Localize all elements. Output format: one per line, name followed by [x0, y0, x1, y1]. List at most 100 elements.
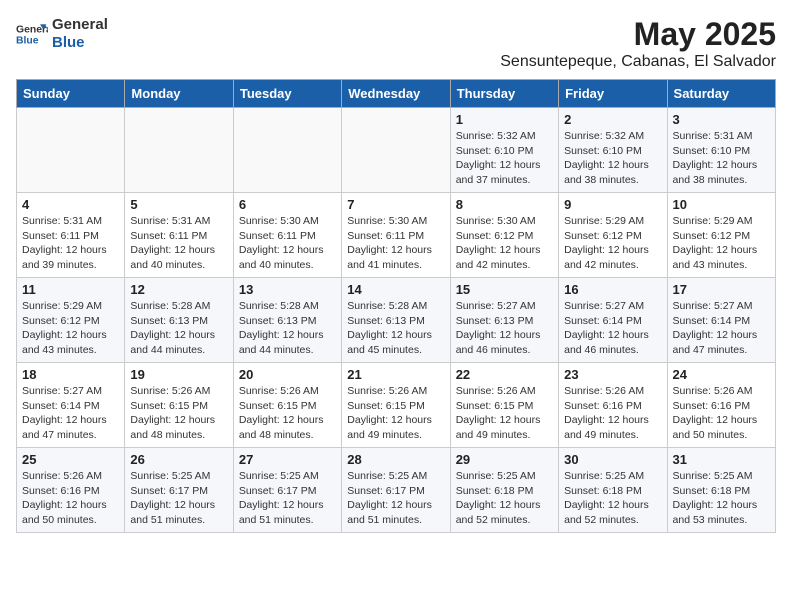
- calendar-cell: 31 Sunrise: 5:25 AMSunset: 6:18 PMDayligh…: [667, 448, 775, 533]
- day-info: Sunrise: 5:25 AMSunset: 6:18 PMDaylight:…: [673, 469, 770, 528]
- day-number: 26: [130, 452, 227, 467]
- day-number: 20: [239, 367, 336, 382]
- calendar-cell: 6 Sunrise: 5:30 AMSunset: 6:11 PMDaylight…: [233, 193, 341, 278]
- calendar-cell: 16Sunrise: 5:27 AMSunset: 6:14 PMDayligh…: [559, 278, 667, 363]
- calendar-cell: [233, 108, 341, 193]
- day-number: 22: [456, 367, 553, 382]
- day-info: Sunrise: 5:27 AMSunset: 6:13 PMDaylight:…: [456, 299, 553, 358]
- calendar-cell: 2 Sunrise: 5:32 AMSunset: 6:10 PMDaylight…: [559, 108, 667, 193]
- day-number: 30: [564, 452, 661, 467]
- logo-general-text: General: [52, 16, 108, 34]
- calendar-week-5: 25 Sunrise: 5:26 AMSunset: 6:16 PMDayligh…: [17, 448, 776, 533]
- day-header-saturday: Saturday: [667, 80, 775, 108]
- calendar-cell: 26Sunrise: 5:25 AMSunset: 6:17 PMDayligh…: [125, 448, 233, 533]
- calendar-cell: 22 Sunrise: 5:26 AMSunset: 6:15 PMDayligh…: [450, 363, 558, 448]
- day-info: Sunrise: 5:29 AMSunset: 6:12 PMDaylight:…: [564, 214, 661, 273]
- calendar-table: SundayMondayTuesdayWednesdayThursdayFrid…: [16, 79, 776, 533]
- day-header-monday: Monday: [125, 80, 233, 108]
- calendar-cell: 10Sunrise: 5:29 AMSunset: 6:12 PMDayligh…: [667, 193, 775, 278]
- calendar-cell: 14 Sunrise: 5:28 AMSunset: 6:13 PMDayligh…: [342, 278, 450, 363]
- day-info: Sunrise: 5:26 AMSunset: 6:15 PMDaylight:…: [456, 384, 553, 443]
- day-header-friday: Friday: [559, 80, 667, 108]
- calendar-cell: 9 Sunrise: 5:29 AMSunset: 6:12 PMDaylight…: [559, 193, 667, 278]
- calendar-cell: 3Sunrise: 5:31 AMSunset: 6:10 PMDaylight…: [667, 108, 775, 193]
- calendar-week-4: 18 Sunrise: 5:27 AMSunset: 6:14 PMDayligh…: [17, 363, 776, 448]
- title-block: May 2025 Sensuntepeque, Cabanas, El Salv…: [500, 16, 776, 71]
- day-info: Sunrise: 5:26 AMSunset: 6:16 PMDaylight:…: [564, 384, 661, 443]
- day-number: 27: [239, 452, 336, 467]
- calendar-cell: 27 Sunrise: 5:25 AMSunset: 6:17 PMDayligh…: [233, 448, 341, 533]
- day-info: Sunrise: 5:25 AMSunset: 6:17 PMDaylight:…: [239, 469, 336, 528]
- day-number: 14: [347, 282, 444, 297]
- calendar-cell: 19 Sunrise: 5:26 AMSunset: 6:15 PMDayligh…: [125, 363, 233, 448]
- day-info: Sunrise: 5:28 AMSunset: 6:13 PMDaylight:…: [347, 299, 444, 358]
- day-info: Sunrise: 5:30 AMSunset: 6:11 PMDaylight:…: [239, 214, 336, 273]
- day-number: 17: [673, 282, 770, 297]
- day-number: 9: [564, 197, 661, 212]
- page-header: General Blue General Blue May 2025 Sensu…: [16, 16, 776, 71]
- day-number: 18: [22, 367, 119, 382]
- day-number: 7: [347, 197, 444, 212]
- day-number: 6: [239, 197, 336, 212]
- day-info: Sunrise: 5:25 AMSunset: 6:17 PMDaylight:…: [347, 469, 444, 528]
- day-info: Sunrise: 5:26 AMSunset: 6:15 PMDaylight:…: [130, 384, 227, 443]
- calendar-cell: 5 Sunrise: 5:31 AMSunset: 6:11 PMDaylight…: [125, 193, 233, 278]
- day-number: 10: [673, 197, 770, 212]
- day-number: 29: [456, 452, 553, 467]
- day-number: 25: [22, 452, 119, 467]
- calendar-cell: 29 Sunrise: 5:25 AMSunset: 6:18 PMDayligh…: [450, 448, 558, 533]
- day-number: 16: [564, 282, 661, 297]
- calendar-header-row: SundayMondayTuesdayWednesdayThursdayFrid…: [17, 80, 776, 108]
- calendar-cell: 24Sunrise: 5:26 AMSunset: 6:16 PMDayligh…: [667, 363, 775, 448]
- calendar-cell: 8Sunrise: 5:30 AMSunset: 6:12 PMDaylight…: [450, 193, 558, 278]
- day-info: Sunrise: 5:26 AMSunset: 6:16 PMDaylight:…: [22, 469, 119, 528]
- calendar-cell: 18 Sunrise: 5:27 AMSunset: 6:14 PMDayligh…: [17, 363, 125, 448]
- day-header-wednesday: Wednesday: [342, 80, 450, 108]
- day-info: Sunrise: 5:27 AMSunset: 6:14 PMDaylight:…: [673, 299, 770, 358]
- day-info: Sunrise: 5:32 AMSunset: 6:10 PMDaylight:…: [564, 129, 661, 188]
- calendar-cell: 21Sunrise: 5:26 AMSunset: 6:15 PMDayligh…: [342, 363, 450, 448]
- day-info: Sunrise: 5:31 AMSunset: 6:11 PMDaylight:…: [130, 214, 227, 273]
- day-info: Sunrise: 5:27 AMSunset: 6:14 PMDaylight:…: [22, 384, 119, 443]
- day-header-tuesday: Tuesday: [233, 80, 341, 108]
- day-info: Sunrise: 5:28 AMSunset: 6:13 PMDaylight:…: [130, 299, 227, 358]
- day-number: 28: [347, 452, 444, 467]
- calendar-cell: 28 Sunrise: 5:25 AMSunset: 6:17 PMDayligh…: [342, 448, 450, 533]
- calendar-cell: 1 Sunrise: 5:32 AMSunset: 6:10 PMDaylight…: [450, 108, 558, 193]
- day-number: 4: [22, 197, 119, 212]
- calendar-cell: 17 Sunrise: 5:27 AMSunset: 6:14 PMDayligh…: [667, 278, 775, 363]
- day-number: 11: [22, 282, 119, 297]
- calendar-cell: 12 Sunrise: 5:28 AMSunset: 6:13 PMDayligh…: [125, 278, 233, 363]
- calendar-cell: 25 Sunrise: 5:26 AMSunset: 6:16 PMDayligh…: [17, 448, 125, 533]
- calendar-cell: 7 Sunrise: 5:30 AMSunset: 6:11 PMDaylight…: [342, 193, 450, 278]
- calendar-cell: [17, 108, 125, 193]
- logo: General Blue General Blue: [16, 16, 108, 52]
- svg-text:Blue: Blue: [16, 36, 39, 47]
- day-info: Sunrise: 5:25 AMSunset: 6:18 PMDaylight:…: [564, 469, 661, 528]
- calendar-cell: 13 Sunrise: 5:28 AMSunset: 6:13 PMDayligh…: [233, 278, 341, 363]
- day-info: Sunrise: 5:28 AMSunset: 6:13 PMDaylight:…: [239, 299, 336, 358]
- calendar-cell: [125, 108, 233, 193]
- day-info: Sunrise: 5:30 AMSunset: 6:11 PMDaylight:…: [347, 214, 444, 273]
- day-number: 21: [347, 367, 444, 382]
- calendar-title: May 2025: [500, 16, 776, 53]
- day-info: Sunrise: 5:26 AMSunset: 6:15 PMDaylight:…: [239, 384, 336, 443]
- day-number: 23: [564, 367, 661, 382]
- day-number: 12: [130, 282, 227, 297]
- day-info: Sunrise: 5:25 AMSunset: 6:18 PMDaylight:…: [456, 469, 553, 528]
- day-number: 19: [130, 367, 227, 382]
- calendar-cell: 11 Sunrise: 5:29 AMSunset: 6:12 PMDayligh…: [17, 278, 125, 363]
- calendar-cell: 4 Sunrise: 5:31 AMSunset: 6:11 PMDaylight…: [17, 193, 125, 278]
- day-info: Sunrise: 5:31 AMSunset: 6:11 PMDaylight:…: [22, 214, 119, 273]
- calendar-week-1: 1 Sunrise: 5:32 AMSunset: 6:10 PMDaylight…: [17, 108, 776, 193]
- day-number: 13: [239, 282, 336, 297]
- day-number: 31: [673, 452, 770, 467]
- day-number: 2: [564, 112, 661, 127]
- calendar-week-2: 4 Sunrise: 5:31 AMSunset: 6:11 PMDaylight…: [17, 193, 776, 278]
- day-number: 5: [130, 197, 227, 212]
- day-number: 1: [456, 112, 553, 127]
- calendar-week-3: 11 Sunrise: 5:29 AMSunset: 6:12 PMDayligh…: [17, 278, 776, 363]
- day-info: Sunrise: 5:32 AMSunset: 6:10 PMDaylight:…: [456, 129, 553, 188]
- day-info: Sunrise: 5:29 AMSunset: 6:12 PMDaylight:…: [22, 299, 119, 358]
- calendar-cell: 30 Sunrise: 5:25 AMSunset: 6:18 PMDayligh…: [559, 448, 667, 533]
